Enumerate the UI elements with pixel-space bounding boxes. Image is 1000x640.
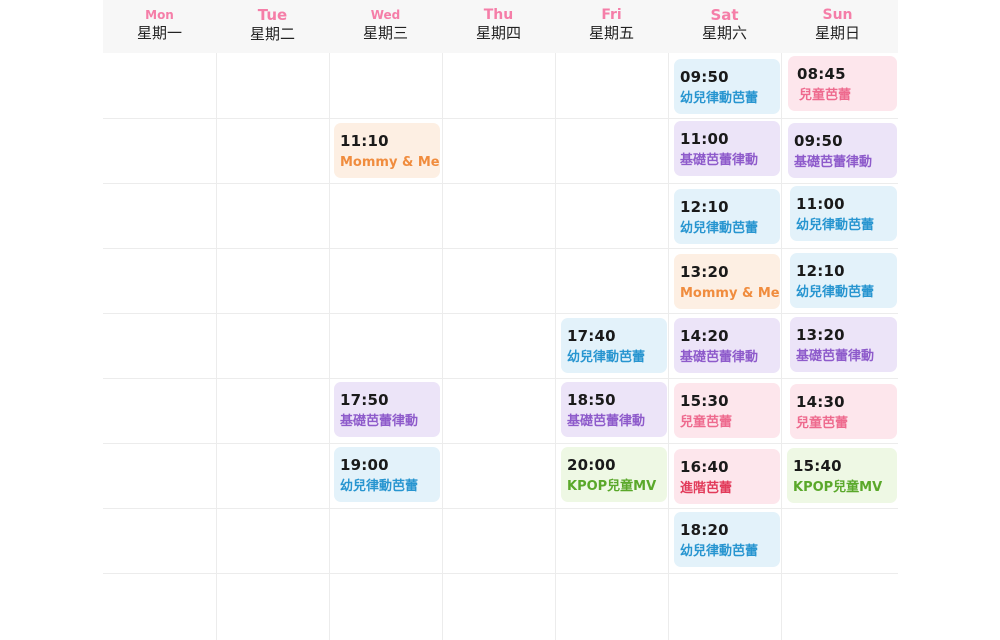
class-time: 12:10 (680, 198, 729, 216)
class-name: 基礎芭蕾律動 (794, 155, 873, 170)
day-zh-label: 星期二 (249, 25, 295, 43)
class-card[interactable]: 20:00 KPOP兒童MV (561, 447, 667, 502)
class-card[interactable]: 16:40 進階芭蕾 (674, 449, 780, 504)
class-name: KPOP兒童MV (567, 479, 657, 494)
class-name: 基礎芭蕾律動 (340, 414, 419, 429)
column-divider (668, 53, 669, 640)
day-en-label: Wed (370, 8, 401, 22)
day-zh-label: 星期一 (136, 24, 182, 42)
day-en-label: Thu (483, 7, 514, 23)
day-header-mon: Mon 星期一 (103, 0, 216, 53)
day-zh-label: 星期六 (701, 24, 747, 42)
row-divider (103, 508, 898, 509)
class-card[interactable]: 11:00 基礎芭蕾律動 (674, 121, 780, 176)
class-name: 幼兒律動芭蕾 (680, 221, 759, 236)
class-name: 幼兒律動芭蕾 (680, 91, 759, 106)
class-name: 基礎芭蕾律動 (796, 349, 875, 364)
class-time: 17:40 (567, 327, 616, 345)
class-time: 16:40 (680, 458, 729, 476)
class-card[interactable]: 18:50 基礎芭蕾律動 (561, 382, 667, 437)
class-name: 基礎芭蕾律動 (680, 153, 759, 168)
class-name: KPOP兒童MV (793, 480, 883, 495)
class-name: 進階芭蕾 (680, 481, 733, 496)
class-name: 幼兒律動芭蕾 (796, 218, 875, 233)
class-card[interactable]: 11:00 幼兒律動芭蕾 (790, 186, 897, 241)
class-time: 11:00 (796, 195, 845, 213)
class-card[interactable]: 09:50 幼兒律動芭蕾 (674, 59, 780, 114)
day-zh-label: 星期四 (475, 24, 521, 42)
day-header-thu: Thu 星期四 (442, 0, 555, 53)
day-header-sat: Sat 星期六 (668, 0, 781, 53)
day-header-sun: Sun 星期日 (781, 0, 894, 53)
class-time: 12:10 (796, 262, 845, 280)
column-divider (781, 53, 782, 640)
class-name: Mommy & Me (680, 286, 780, 301)
class-time: 09:50 (680, 68, 729, 86)
class-name: 兒童芭蕾 (799, 88, 852, 103)
day-en-label: Mon (145, 8, 174, 22)
row-divider (103, 573, 898, 574)
class-name: 兒童芭蕾 (680, 415, 733, 430)
class-time: 11:00 (680, 130, 729, 148)
class-name: 基礎芭蕾律動 (680, 350, 759, 365)
class-time: 18:20 (680, 521, 729, 539)
class-name: 兒童芭蕾 (796, 416, 849, 431)
class-card[interactable]: 11:10 Mommy & Me (334, 123, 440, 178)
day-header-fri: Fri 星期五 (555, 0, 668, 53)
class-time: 15:40 (793, 457, 842, 475)
row-divider (103, 183, 898, 184)
row-divider (103, 313, 898, 314)
class-time: 14:20 (680, 327, 729, 345)
column-divider (555, 53, 556, 640)
class-card[interactable]: 13:20 基礎芭蕾律動 (790, 317, 897, 372)
column-divider (442, 53, 443, 640)
day-header-wed: Wed 星期三 (329, 0, 442, 53)
class-name: 幼兒律動芭蕾 (567, 350, 646, 365)
day-en-label: Fri (601, 7, 622, 23)
class-card[interactable]: 14:30 兒童芭蕾 (790, 384, 897, 439)
column-divider (329, 53, 330, 640)
class-time: 20:00 (567, 456, 616, 474)
day-zh-label: 星期三 (362, 24, 408, 42)
class-name: Mommy & Me (340, 155, 440, 170)
class-time: 08:45 (797, 65, 846, 83)
column-divider (216, 53, 217, 640)
day-header-tue: Tue 星期二 (216, 0, 329, 53)
day-zh-label: 星期五 (588, 24, 634, 42)
class-card[interactable]: 12:10 幼兒律動芭蕾 (674, 189, 780, 244)
class-card[interactable]: 17:50 基礎芭蕾律動 (334, 382, 440, 437)
day-en-label: Sat (710, 6, 739, 24)
class-card[interactable]: 12:10 幼兒律動芭蕾 (790, 253, 897, 308)
class-card[interactable]: 19:00 幼兒律動芭蕾 (334, 447, 440, 502)
class-time: 14:30 (796, 393, 845, 411)
class-card[interactable]: 08:45 兒童芭蕾 (788, 56, 897, 111)
class-name: 幼兒律動芭蕾 (680, 544, 759, 559)
class-name: 基礎芭蕾律動 (567, 414, 646, 429)
row-divider (103, 378, 898, 379)
class-card[interactable]: 18:20 幼兒律動芭蕾 (674, 512, 780, 567)
class-card[interactable]: 15:30 兒童芭蕾 (674, 383, 780, 438)
class-time: 15:30 (680, 392, 729, 410)
class-card[interactable]: 17:40 幼兒律動芭蕾 (561, 318, 667, 373)
class-card[interactable]: 13:20 Mommy & Me (674, 254, 780, 309)
class-name: 幼兒律動芭蕾 (340, 479, 419, 494)
class-card[interactable]: 09:50 基礎芭蕾律動 (788, 123, 897, 178)
class-time: 09:50 (794, 132, 843, 150)
row-divider (103, 118, 898, 119)
row-divider (103, 248, 898, 249)
class-card[interactable]: 14:20 基礎芭蕾律動 (674, 318, 780, 373)
class-name: 幼兒律動芭蕾 (796, 285, 875, 300)
class-time: 18:50 (567, 391, 616, 409)
class-time: 19:00 (340, 456, 389, 474)
class-card[interactable]: 15:40 KPOP兒童MV (787, 448, 897, 503)
class-time: 17:50 (340, 391, 389, 409)
class-time: 11:10 (340, 132, 389, 150)
class-time: 13:20 (796, 326, 845, 344)
day-en-label: Sun (822, 7, 853, 23)
day-en-label: Tue (257, 6, 288, 24)
class-time: 13:20 (680, 263, 729, 281)
row-divider (103, 443, 898, 444)
day-zh-label: 星期日 (814, 24, 860, 42)
